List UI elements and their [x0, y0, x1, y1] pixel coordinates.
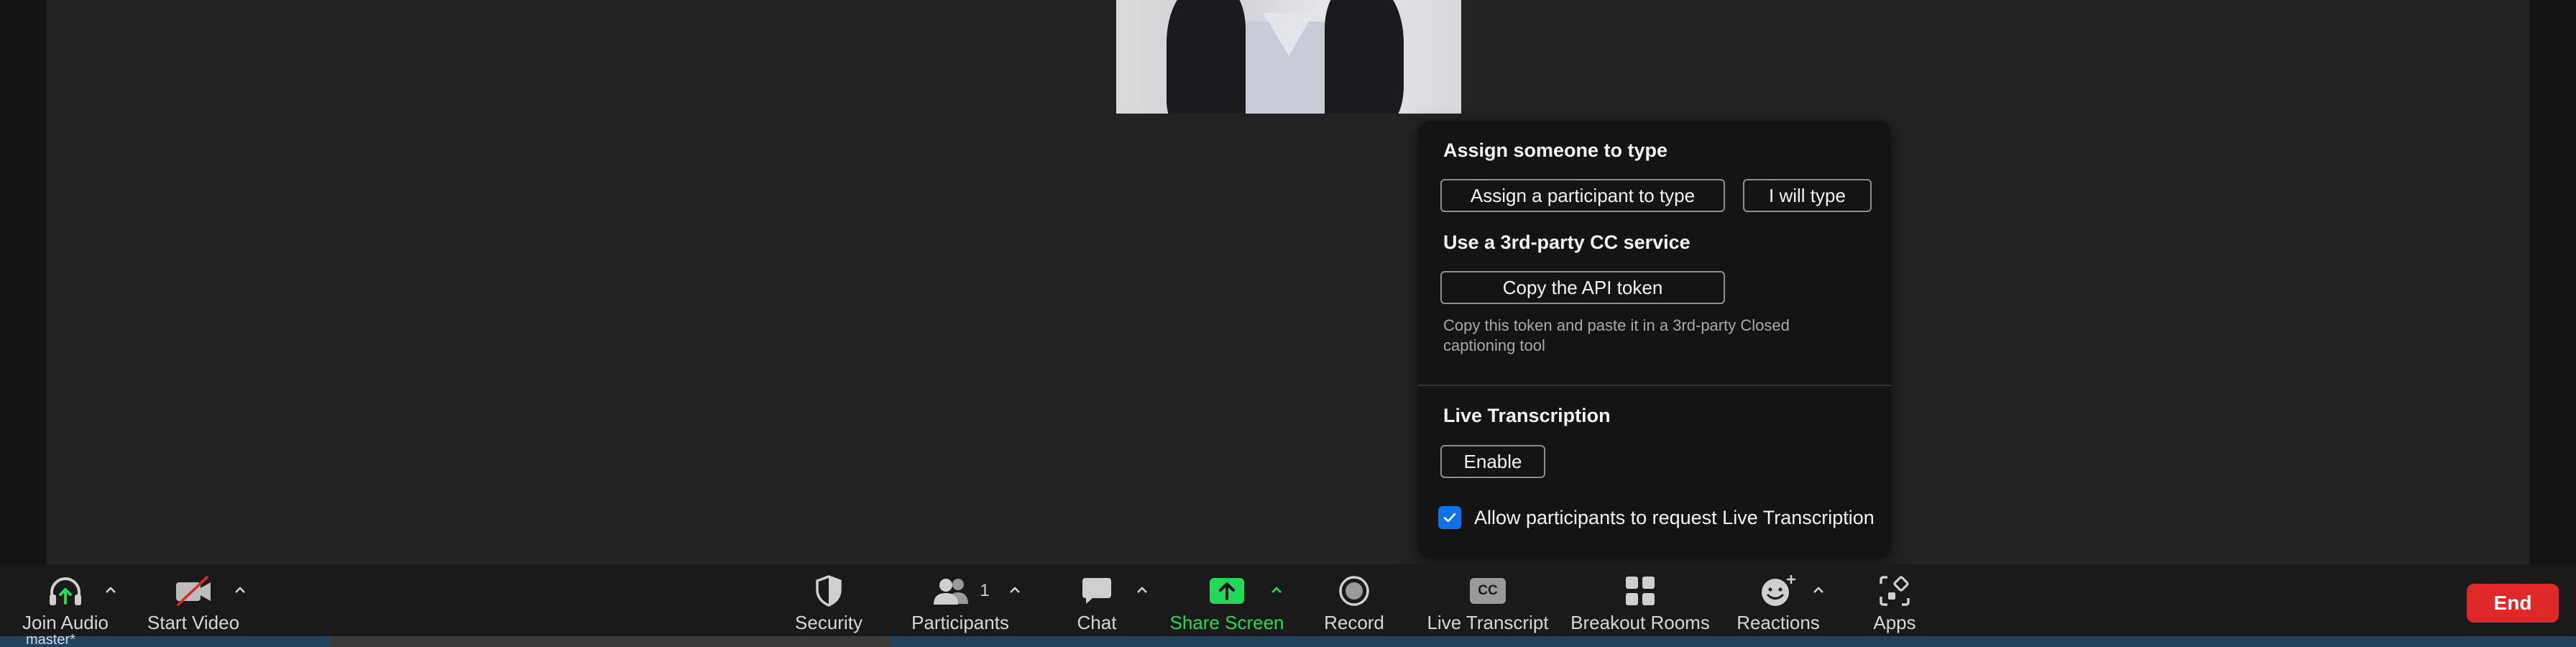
copy-token-hint: Copy this token and paste it in a 3rd-pa…	[1443, 316, 1790, 354]
participants-label: Participants	[911, 612, 1009, 633]
participants-options-caret[interactable]	[1005, 580, 1025, 600]
share-screen-icon	[1209, 574, 1245, 607]
record-button[interactable]: Record	[1318, 564, 1390, 636]
chat-bubble-icon	[1081, 574, 1113, 607]
participants-count: 1	[980, 581, 990, 600]
end-meeting-button[interactable]: End	[2467, 584, 2559, 623]
join-audio-button[interactable]: Join Audio	[14, 564, 116, 636]
live-transcript-label: Live Transcript	[1427, 612, 1549, 633]
assign-participant-button[interactable]: Assign a participant to type	[1440, 179, 1725, 212]
start-video-label: Start Video	[147, 612, 240, 633]
video-hair-right	[1325, 0, 1404, 114]
chevron-up-icon	[1137, 587, 1147, 593]
audio-options-caret[interactable]	[101, 580, 121, 600]
enable-live-transcription-button[interactable]: Enable	[1440, 445, 1545, 478]
security-label: Security	[795, 612, 862, 633]
popup-divider	[1418, 385, 1891, 386]
meeting-toolbar: Join Audio Start Video Security 1 Partic…	[0, 564, 2576, 636]
background-strip	[331, 636, 891, 647]
smiley-icon	[1760, 574, 1797, 607]
participants-icon: 1	[931, 574, 990, 607]
chevron-up-icon	[1271, 587, 1282, 593]
participant-video-tile[interactable]	[1116, 0, 1461, 114]
video-off-icon	[174, 574, 213, 607]
share-screen-button[interactable]: Share Screen	[1167, 564, 1287, 636]
apps-button[interactable]: Apps	[1864, 564, 1925, 636]
breakout-rooms-label: Breakout Rooms	[1570, 612, 1710, 633]
share-screen-label: Share Screen	[1169, 612, 1284, 633]
closed-caption-icon: CC	[1470, 574, 1506, 607]
captions-popup: Assign someone to type Assign a particip…	[1418, 121, 1891, 558]
allow-request-row[interactable]: Allow participants to request Live Trans…	[1438, 506, 1874, 529]
meeting-stage: Assign someone to type Assign a particip…	[0, 0, 2576, 564]
chat-options-caret[interactable]	[1132, 580, 1152, 600]
participants-button[interactable]: 1 Participants	[908, 564, 1012, 636]
copy-api-token-button[interactable]: Copy the API token	[1440, 271, 1725, 304]
record-label: Record	[1324, 612, 1384, 633]
git-branch-label: master*	[26, 632, 75, 647]
security-button[interactable]: Security	[786, 564, 871, 636]
live-transcript-button[interactable]: CC Live Transcript	[1426, 564, 1550, 636]
chat-button[interactable]: Chat	[1068, 564, 1126, 636]
chevron-up-icon	[106, 587, 116, 593]
breakout-rooms-button[interactable]: Breakout Rooms	[1570, 564, 1710, 636]
chevron-up-icon	[1813, 587, 1823, 593]
apps-label: Apps	[1873, 612, 1916, 633]
allow-request-checkbox[interactable]	[1438, 506, 1461, 529]
assign-section-title: Assign someone to type	[1443, 139, 1668, 161]
record-icon	[1338, 574, 1370, 607]
cc-badge: CC	[1478, 583, 1498, 598]
chevron-up-icon	[235, 587, 245, 593]
apps-icon	[1879, 574, 1910, 607]
reactions-label: Reactions	[1736, 612, 1820, 633]
headphones-icon	[47, 574, 83, 607]
allow-request-label: Allow participants to request Live Trans…	[1474, 506, 1874, 528]
chevron-up-icon	[1010, 587, 1020, 593]
start-video-button[interactable]: Start Video	[141, 564, 246, 636]
share-options-caret[interactable]	[1266, 580, 1287, 600]
checkmark-icon	[1443, 513, 1456, 523]
reactions-button[interactable]: Reactions	[1734, 564, 1823, 636]
i-will-type-button[interactable]: I will type	[1743, 179, 1872, 212]
grid-icon	[1624, 574, 1656, 607]
background-editor-strip: master*	[0, 632, 2576, 647]
video-options-caret[interactable]	[230, 580, 250, 600]
join-audio-label: Join Audio	[22, 612, 109, 633]
shield-icon	[814, 574, 843, 607]
live-transcription-title: Live Transcription	[1443, 405, 1611, 426]
chat-label: Chat	[1077, 612, 1117, 633]
reactions-options-caret[interactable]	[1808, 580, 1828, 600]
video-hair-left	[1167, 0, 1246, 114]
third-party-section-title: Use a 3rd-party CC service	[1443, 231, 1690, 253]
